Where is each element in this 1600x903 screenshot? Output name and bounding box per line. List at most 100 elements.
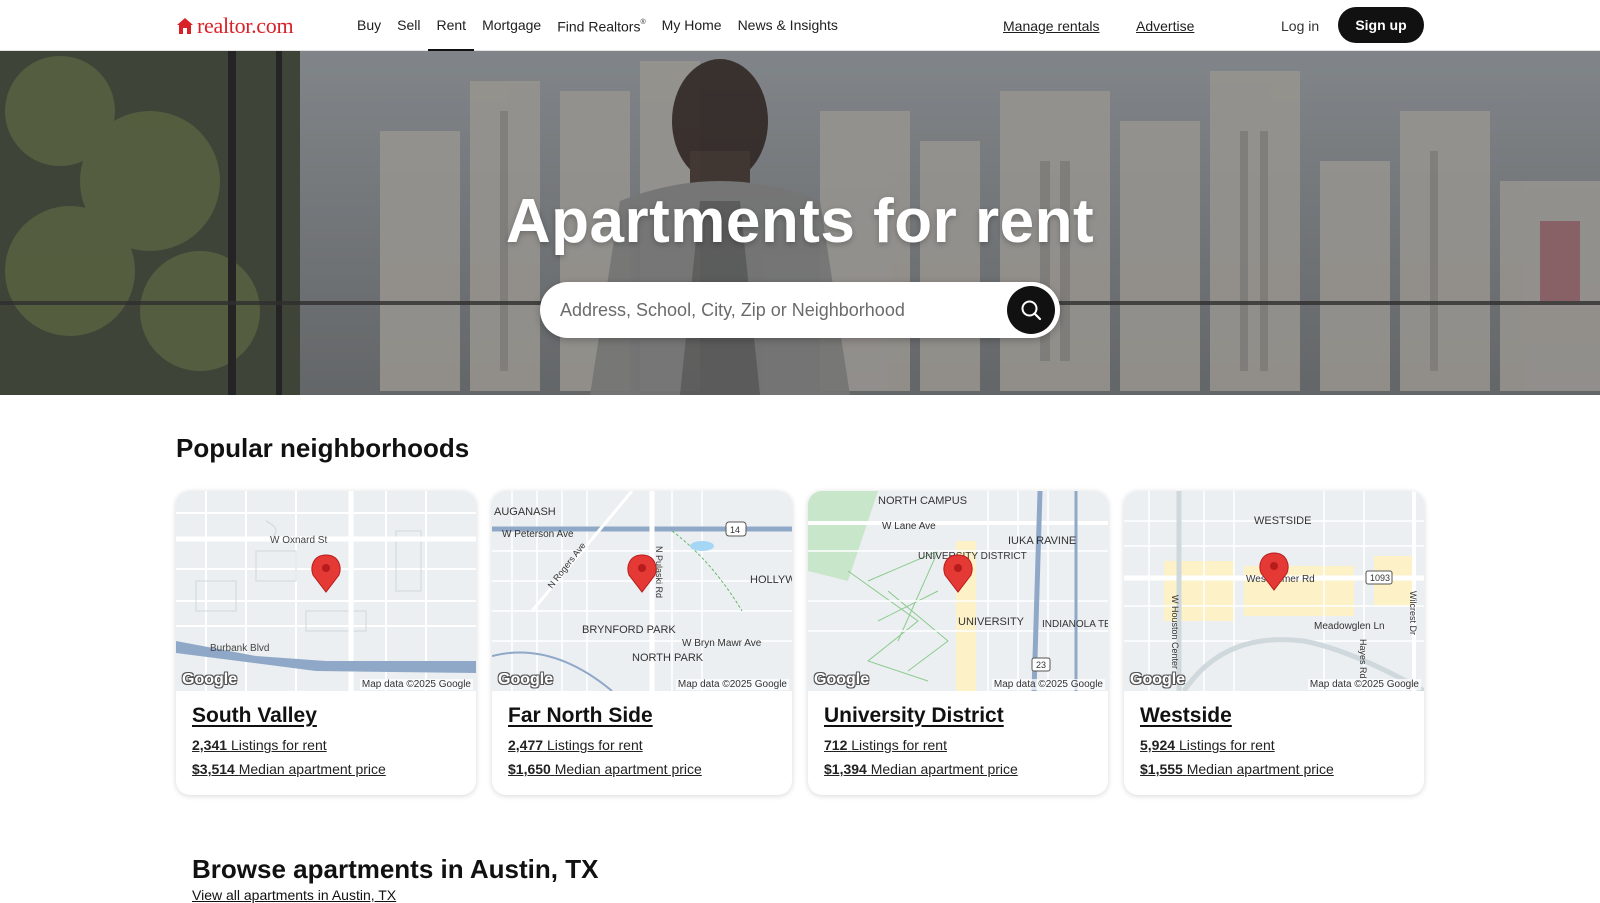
neighborhood-map[interactable]: WESTSIDE Westheimer Rd 1093 W Houston Ce… (1124, 491, 1424, 691)
map-credit: Map data ©2025 Google (1307, 679, 1421, 690)
listings-count-line[interactable]: 712 Listings for rent (824, 737, 1092, 753)
map-credit: Map data ©2025 Google (991, 679, 1105, 690)
signup-button[interactable]: Sign up (1338, 7, 1424, 43)
nav-my-home[interactable]: My Home (654, 0, 730, 50)
nav-rent[interactable]: Rent (428, 0, 474, 51)
map-label: NORTH PARK (632, 652, 704, 664)
map-label: W Houston Center (1170, 595, 1180, 669)
map-label: AUGANASH (494, 506, 556, 518)
realtor-logo[interactable]: realtor.com (176, 13, 294, 39)
map-label: 23 (1036, 660, 1046, 670)
main-nav: Buy Sell Rent Mortgage Find Realtors® My… (349, 0, 846, 51)
hero-banner: Apartments for rent (0, 51, 1600, 395)
search-bar (540, 282, 1060, 338)
search-button[interactable] (1007, 286, 1055, 334)
map-label: W Peterson Ave (502, 529, 574, 540)
map-label: UNIVERSITY DISTRICT (918, 551, 1027, 562)
popular-neighborhoods-title: Popular neighborhoods (176, 433, 470, 463)
map-label: W Oxnard St (270, 535, 327, 546)
map-label: W Bryn Mawr Ave (682, 638, 762, 649)
neighborhood-name[interactable]: Westside (1140, 704, 1408, 728)
median-price: $1,650 (508, 761, 551, 777)
listings-count: 2,477 (508, 737, 544, 753)
median-price-label: Median apartment price (1186, 761, 1334, 777)
median-price-line[interactable]: $1,394 Median apartment price (824, 761, 1092, 777)
registered-mark: ® (640, 19, 646, 26)
neighborhood-card-south-valley[interactable]: W Oxnard St Burbank Blvd Google Map data… (176, 491, 476, 795)
search-icon (1021, 300, 1042, 321)
neighborhood-name[interactable]: University District (824, 704, 1092, 728)
map-label: BRYNFORD PARK (582, 624, 676, 636)
listings-label: Listings for rent (1178, 737, 1275, 753)
map-label: Meadowglen Ln (1314, 621, 1385, 632)
view-all-apartments-link[interactable]: View all apartments in Austin, TX (192, 887, 396, 903)
map-label: INDIANOLA TERRACE (1042, 619, 1108, 630)
nav-news-insights-label: News & Insights (737, 17, 838, 33)
map-tiles: WESTSIDE Westheimer Rd 1093 W Houston Ce… (1124, 491, 1424, 691)
median-price: $1,394 (824, 761, 867, 777)
listings-count: 712 (824, 737, 848, 753)
nav-sell-label: Sell (397, 17, 421, 33)
map-credit: Map data ©2025 Google (359, 679, 473, 690)
median-price-line[interactable]: $1,555 Median apartment price (1140, 761, 1408, 777)
nav-news-insights[interactable]: News & Insights (730, 0, 846, 50)
nav-find-realtors-label: Find Realtors (557, 18, 641, 35)
map-tiles: NORTH CAMPUS W Lane Ave IUKA RAVINE UNIV… (808, 491, 1108, 691)
browse-apartments-title: Browse apartments in Austin, TX (192, 854, 599, 884)
map-label: Burbank Blvd (210, 643, 269, 654)
manage-rentals-link[interactable]: Manage rentals (1003, 0, 1100, 50)
median-price-label: Median apartment price (554, 761, 702, 777)
median-price: $3,514 (192, 761, 235, 777)
neighborhood-map[interactable]: 14 AUGANASH W Peterson Ave N Rogers Ave … (492, 491, 792, 691)
advertise-link[interactable]: Advertise (1136, 0, 1194, 50)
median-price: $1,555 (1140, 761, 1183, 777)
logo-text: realtor.com (197, 13, 294, 38)
nav-buy[interactable]: Buy (349, 0, 389, 50)
google-map-logo: Google (182, 671, 238, 688)
neighborhood-card-university-district[interactable]: NORTH CAMPUS W Lane Ave IUKA RAVINE UNIV… (808, 491, 1108, 795)
neighborhood-cards: W Oxnard St Burbank Blvd Google Map data… (176, 491, 1424, 795)
nav-mortgage-label: Mortgage (482, 17, 542, 33)
nav-mortgage[interactable]: Mortgage (474, 0, 549, 50)
listings-label: Listings for rent (851, 737, 947, 753)
map-label: Wilcrest Dr (1408, 591, 1418, 635)
house-icon (177, 18, 193, 34)
nav-buy-label: Buy (357, 17, 382, 33)
map-label: UNIVERSITY (958, 616, 1025, 628)
map-label: 1093 (1370, 573, 1390, 583)
nav-sell[interactable]: Sell (389, 0, 428, 50)
listings-count: 5,924 (1140, 737, 1176, 753)
map-label: HOLLYWOOD PARK (750, 574, 792, 586)
map-tiles: 14 AUGANASH W Peterson Ave N Rogers Ave … (492, 491, 792, 691)
nav-find-realtors[interactable]: Find Realtors® (549, 0, 653, 50)
neighborhood-name[interactable]: South Valley (192, 704, 460, 728)
listings-count-line[interactable]: 2,477 Listings for rent (508, 737, 776, 753)
listings-label: Listings for rent (546, 737, 643, 753)
search-input[interactable] (560, 282, 980, 338)
listings-count-line[interactable]: 2,341 Listings for rent (192, 737, 460, 753)
map-tiles: W Oxnard St Burbank Blvd (176, 491, 476, 691)
login-link[interactable]: Log in (1281, 0, 1319, 50)
neighborhood-map[interactable]: W Oxnard St Burbank Blvd Google Map data… (176, 491, 476, 691)
nav-rent-label: Rent (436, 17, 467, 33)
listings-count: 2,341 (192, 737, 228, 753)
map-label: WESTSIDE (1254, 515, 1311, 527)
neighborhood-card-far-north-side[interactable]: 14 AUGANASH W Peterson Ave N Rogers Ave … (492, 491, 792, 795)
google-map-logo: Google (1130, 671, 1186, 688)
median-price-label: Median apartment price (870, 761, 1018, 777)
median-price-line[interactable]: $3,514 Median apartment price (192, 761, 460, 777)
map-label: NORTH CAMPUS (878, 495, 967, 507)
map-label: IUKA RAVINE (1008, 535, 1076, 547)
neighborhood-name[interactable]: Far North Side (508, 704, 776, 728)
map-credit: Map data ©2025 Google (675, 679, 789, 690)
top-navigation-bar: realtor.com Buy Sell Rent Mortgage Find … (0, 0, 1600, 51)
median-price-line[interactable]: $1,650 Median apartment price (508, 761, 776, 777)
neighborhood-card-westside[interactable]: WESTSIDE Westheimer Rd 1093 W Houston Ce… (1124, 491, 1424, 795)
map-label: Hayes Rd (1358, 639, 1368, 679)
listings-label: Listings for rent (230, 737, 327, 753)
neighborhood-map[interactable]: NORTH CAMPUS W Lane Ave IUKA RAVINE UNIV… (808, 491, 1108, 691)
map-label: W Lane Ave (882, 521, 936, 532)
hero-title: Apartments for rent (505, 187, 1095, 256)
google-map-logo: Google (814, 671, 870, 688)
listings-count-line[interactable]: 5,924 Listings for rent (1140, 737, 1408, 753)
